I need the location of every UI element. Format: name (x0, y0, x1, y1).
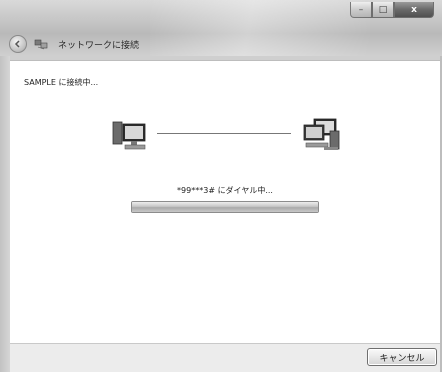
computer-icon (112, 121, 146, 150)
button-bar: キャンセル (10, 343, 440, 372)
close-button[interactable]: x (394, 2, 434, 18)
connection-line (157, 133, 291, 134)
window-title: ネットワークに接続 (58, 41, 140, 51)
minimize-button[interactable]: – (350, 2, 372, 18)
network-computers-icon (303, 118, 340, 150)
window-left-border (0, 56, 10, 372)
back-arrow-icon (14, 40, 20, 48)
progress-fill (132, 202, 318, 212)
maximize-button[interactable]: □ (372, 2, 394, 18)
connecting-status: SAMPLE に接続中... (24, 78, 99, 87)
back-button[interactable] (9, 35, 27, 53)
caption-buttons: – □ x (350, 2, 434, 20)
network-icon (34, 39, 48, 50)
connection-progress-bar (131, 201, 319, 213)
dialing-status: *99***3# にダイヤル中... (177, 186, 273, 195)
dialog-window: – □ x ネットワークに接続 SAMPLE に接続中... *99***3# … (0, 0, 442, 372)
content-area: SAMPLE に接続中... *99***3# にダイヤル中... (10, 60, 440, 343)
cancel-button[interactable]: キャンセル (367, 348, 437, 366)
title-bar: – □ x ネットワークに接続 (0, 0, 442, 56)
